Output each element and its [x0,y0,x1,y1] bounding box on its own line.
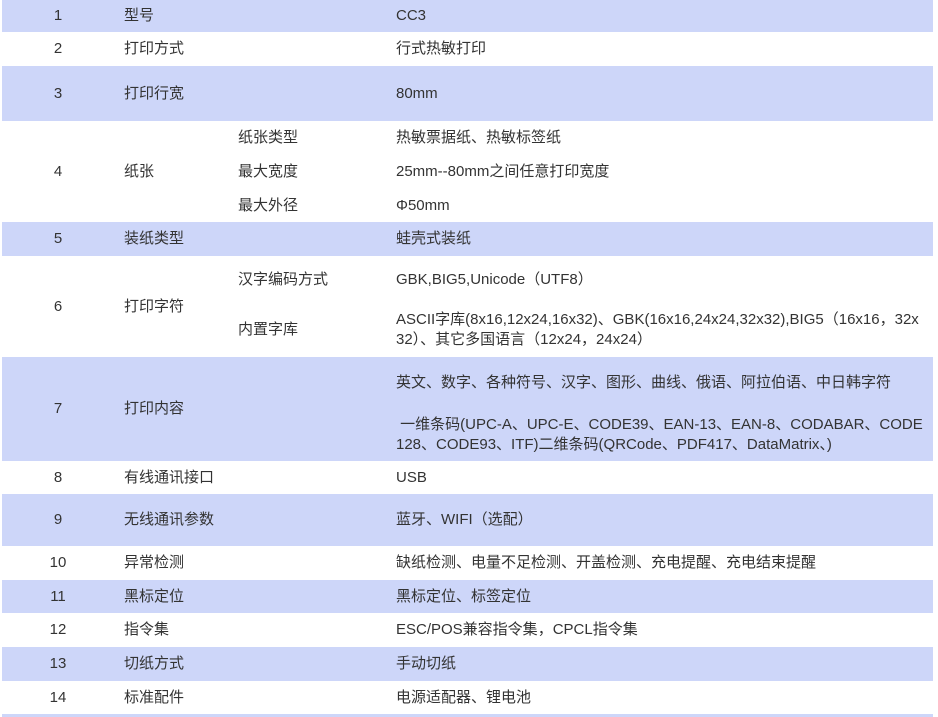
row-number: 3 [2,66,114,121]
item-value: 蛙壳式装纸 [386,222,933,256]
row-number: 7 [2,357,114,461]
item-name: 型号 [114,0,228,32]
row-number: 14 [49,688,67,706]
sub-item-name [228,66,386,121]
sub-item-name [228,494,386,546]
row-number: 5 [2,222,114,256]
sub-item-name [228,461,386,494]
item-value: GBK,BIG5,Unicode（UTF8） [396,270,593,288]
sub-item-name [228,0,386,32]
row-number: 6 [53,297,63,315]
spec-table: 1 型号 CC3 2 打印方式 行式热敏打印 3 打印行宽 80mm 4 纸张 … [2,0,933,714]
item-name: 无线通讯参数 [114,494,228,546]
sub-item-name [228,357,386,461]
item-name: 有线通讯接口 [124,468,215,486]
spec-row: 14 标准配件 电源适配器、锂电池 [2,681,933,714]
item-value: 热敏票据纸、热敏标签纸 [396,129,562,146]
row-number: 8 [53,468,63,486]
sub-item-name [228,613,386,647]
spec-row: 12 指令集 ESC/POS兼容指令集，CPCL指令集 [2,613,933,647]
spec-row: 7 打印内容 英文、数字、各种符号、汉字、图形、曲线、俄语、阿拉伯语、中日韩字符… [2,357,933,461]
sub-item-name: 最大宽度 [238,163,299,180]
item-value: 英文、数字、各种符号、汉字、图形、曲线、俄语、阿拉伯语、中日韩字符 一维条码(U… [386,357,933,461]
item-name: 纸张 [124,162,155,180]
sub-item-name: 汉字编码方式 [238,270,329,288]
row-number: 12 [49,621,67,638]
spec-row: 1 型号 CC3 [2,0,933,32]
item-name: 标准配件 [124,688,185,706]
item-value: 25mm--80mm之间任意打印宽度 [396,163,610,180]
row-number: 10 [49,554,67,571]
item-name: 打印内容 [114,357,228,461]
sub-item-name: 最大外径 [238,196,299,214]
row-number: 11 [2,580,114,613]
row-number: 2 [53,40,63,57]
item-value: USB [396,468,427,486]
spec-row: 2 打印方式 行式热敏打印 [2,32,933,66]
item-value: ESC/POS兼容指令集，CPCL指令集 [396,621,638,638]
item-value: 手动切纸 [386,647,933,681]
row-number: 9 [2,494,114,546]
spec-page: 1 型号 CC3 2 打印方式 行式热敏打印 3 打印行宽 80mm 4 纸张 … [0,0,938,717]
spec-row: 10 异常检测 缺纸检测、电量不足检测、开盖检测、充电提醒、充电结束提醒 [2,546,933,580]
item-name: 切纸方式 [114,647,228,681]
spec-row: 11 黑标定位 黑标定位、标签定位 [2,580,933,613]
row-number: 4 [53,162,63,180]
item-name: 打印方式 [124,40,185,57]
item-value: CC3 [386,0,933,32]
spec-row: 5 装纸类型 蛙壳式装纸 [2,222,933,256]
sub-item-name [228,580,386,613]
item-name: 装纸类型 [114,222,228,256]
sub-item-name [228,32,386,66]
item-name: 打印字符 [124,297,185,315]
spec-row: 9 无线通讯参数 蓝牙、WIFI（选配） [2,494,933,546]
item-name: 黑标定位 [114,580,228,613]
item-name: 异常检测 [124,554,185,571]
item-name: 打印行宽 [114,66,228,121]
item-name: 指令集 [124,621,170,638]
sub-item-name [228,681,386,714]
item-value: ASCII字库(8x16,12x24,16x32)、GBK(16x16,24x2… [396,311,919,348]
item-value: 蓝牙、WIFI（选配） [386,494,933,546]
sub-item-name [228,222,386,256]
sub-item-name [228,647,386,681]
sub-item-name: 纸张类型 [238,129,299,146]
row-number: 1 [2,0,114,32]
sub-item-name: 内置字库 [238,321,299,338]
item-value: Φ50mm [396,196,450,214]
spec-row: 4 纸张 纸张类型 热敏票据纸、热敏标签纸 [2,121,933,180]
item-value: 电源适配器、锂电池 [396,688,532,706]
value-paragraph: 一维条码(UPC-A、UPC-E、CODE39、EAN-13、EAN-8、COD… [396,416,923,453]
item-value: 80mm [386,66,933,121]
row-number: 13 [2,647,114,681]
spec-row: 3 打印行宽 80mm [2,66,933,121]
sub-item-name [228,546,386,580]
spec-row: 8 有线通讯接口 USB [2,461,933,494]
item-value: 行式热敏打印 [396,40,487,57]
item-value: 黑标定位、标签定位 [386,580,933,613]
spec-row: 6 打印字符 汉字编码方式 GBK,BIG5,Unicode（UTF8） [2,256,933,315]
value-paragraph: 英文、数字、各种符号、汉字、图形、曲线、俄语、阿拉伯语、中日韩字符 [396,374,892,391]
item-value: 缺纸检测、电量不足检测、开盖检测、充电提醒、充电结束提醒 [396,554,817,571]
spec-row: 13 切纸方式 手动切纸 [2,647,933,681]
